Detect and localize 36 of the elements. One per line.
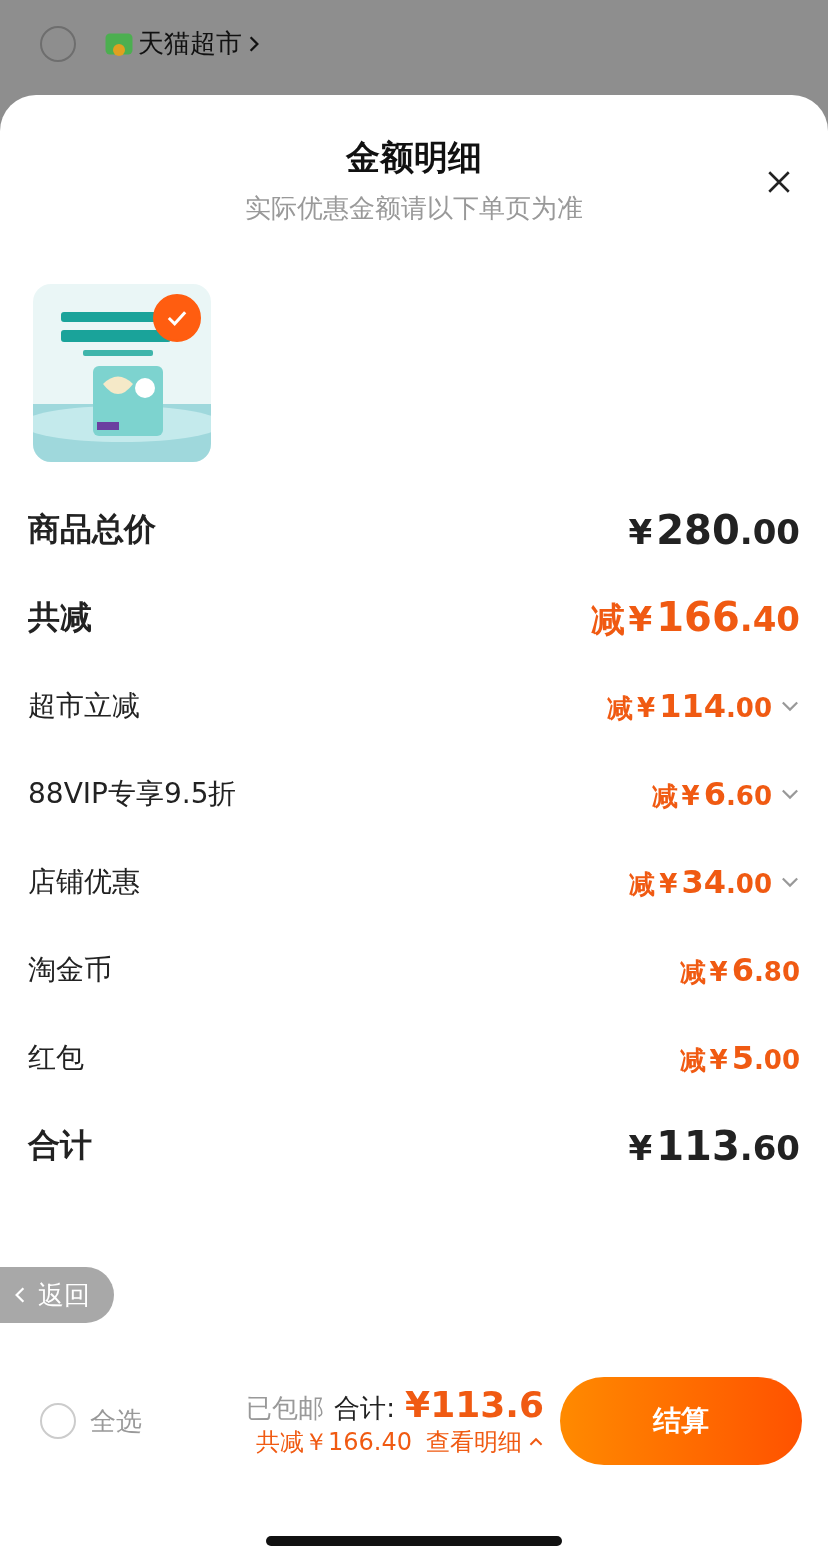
chevron-down-icon[interactable] bbox=[780, 788, 800, 800]
chevron-left-icon bbox=[14, 1286, 26, 1304]
select-all-radio[interactable] bbox=[40, 1403, 76, 1439]
close-icon[interactable] bbox=[766, 169, 792, 195]
amount-value[interactable]: 减¥114.00 bbox=[607, 686, 772, 726]
discount-note: 共减￥166.40 bbox=[256, 1427, 412, 1458]
amount-label: 商品总价 bbox=[28, 509, 157, 550]
amount-value: 减¥6.80 bbox=[679, 950, 800, 990]
amount-value: 减¥166.40 bbox=[590, 593, 800, 642]
amount-label: 店铺优惠 bbox=[28, 864, 141, 900]
amount-label: 红包 bbox=[28, 1040, 85, 1076]
amount-value: 减¥5.00 bbox=[679, 1038, 800, 1078]
amount-label: 超市立减 bbox=[28, 688, 141, 724]
chevron-right-icon bbox=[248, 34, 260, 53]
amount-label: 88VIP专享9.5折 bbox=[28, 776, 238, 812]
sheet-subtitle: 实际优惠金额请以下单页为准 bbox=[245, 192, 583, 225]
store-select-radio[interactable] bbox=[40, 25, 76, 62]
amount-label: 淘金币 bbox=[28, 952, 113, 988]
amount-value[interactable]: 减¥6.60 bbox=[651, 774, 772, 814]
chevron-up-icon[interactable] bbox=[528, 1437, 544, 1447]
sheet-title: 金额明细 bbox=[346, 136, 482, 179]
amount-value: ¥280.00 bbox=[628, 507, 800, 553]
total-amount: ¥113.6 bbox=[405, 1384, 544, 1425]
chevron-down-icon[interactable] bbox=[780, 700, 800, 712]
amount-value[interactable]: 减¥34.00 bbox=[629, 862, 772, 902]
view-details-link[interactable]: 查看明细 bbox=[426, 1426, 522, 1458]
amount-label: 共减 bbox=[28, 597, 93, 638]
amount-value: ¥113.60 bbox=[628, 1123, 800, 1169]
chevron-down-icon[interactable] bbox=[780, 876, 800, 888]
checkout-button[interactable]: 结算 bbox=[560, 1377, 802, 1465]
shipping-note: 已包邮 bbox=[246, 1392, 325, 1425]
total-label: 合计: bbox=[334, 1392, 396, 1425]
amount-label: 合计 bbox=[28, 1125, 93, 1166]
back-button[interactable]: 返回 bbox=[0, 1267, 114, 1323]
store-name[interactable]: 天猫超市 bbox=[138, 26, 242, 61]
select-all-label[interactable]: 全选 bbox=[90, 1403, 247, 1439]
